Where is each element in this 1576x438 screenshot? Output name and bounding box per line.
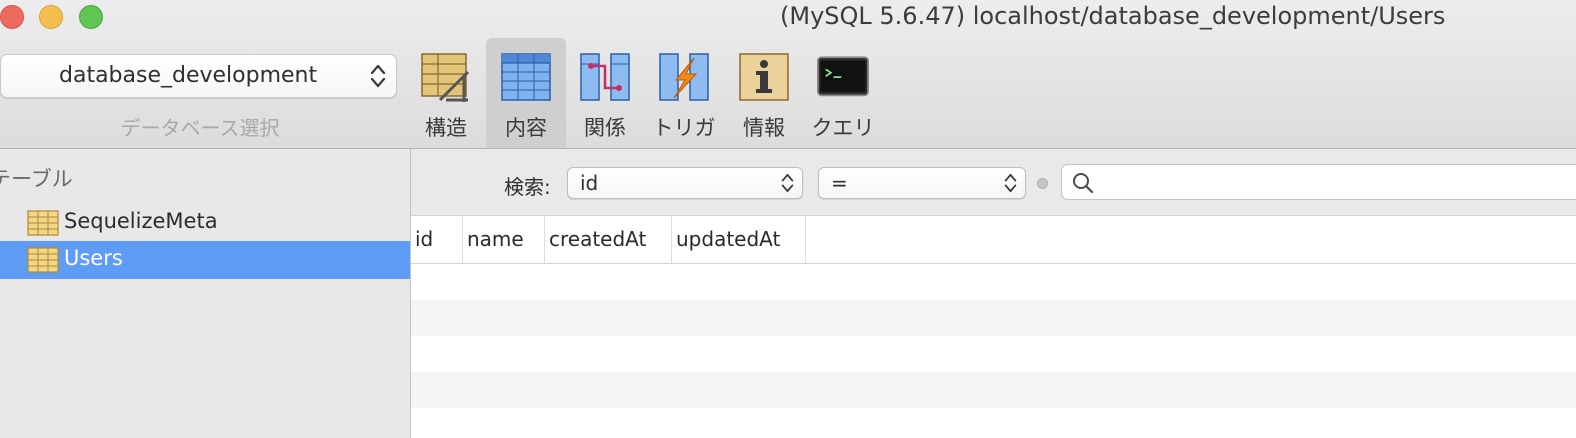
column-header-name[interactable]: name [463,216,545,263]
search-field[interactable] [1061,164,1576,200]
column-header-label: id [415,227,434,251]
column-header-label: updatedAt [676,227,781,251]
column-header-label: name [467,227,524,251]
sidebar-item-label: Users [64,246,123,270]
table-icon [27,247,59,273]
empty-grid-row [411,264,1576,300]
filter-operator-select[interactable]: = [818,167,1026,199]
toolbar-structure-button[interactable]: 構造 [406,38,486,148]
empty-grid-row [411,372,1576,408]
filter-field-select[interactable]: id [567,167,803,199]
toolbar-info-button[interactable]: 情報 [724,38,804,148]
toolbar-content-button[interactable]: 内容 [486,38,566,148]
minimize-window-button[interactable] [39,5,63,29]
column-header-createdat[interactable]: createdAt [545,216,672,263]
content-table-icon [501,53,551,101]
empty-grid-row [411,336,1576,372]
search-icon [1073,173,1094,194]
maximize-window-button[interactable] [79,5,103,29]
filter-bar: 検索: id = [411,149,1576,216]
search-label: 検索: [504,175,551,199]
triggers-icon [659,53,709,101]
toolbar-info-label: 情報 [743,116,785,140]
database-selector[interactable]: database_development [0,54,397,98]
toolbar-triggers-label: トリガ [652,116,716,140]
toolbar-relations-button[interactable]: 関係 [565,38,645,148]
sidebar-header: テーブル [0,167,73,191]
database-selector-value: database_development [59,63,318,88]
toolbar-relations-label: 関係 [584,116,626,140]
sidebar-item-sequelizemeta[interactable]: SequelizeMeta [0,204,410,242]
updown-chevron-icon [781,173,794,193]
content-pane: 検索: id = id name createdAt updatedAt [411,149,1576,438]
filter-status-dot [1037,178,1048,189]
empty-grid-row [411,408,1576,438]
relations-icon [580,53,630,101]
toolbar-query-label: クエリ [811,116,875,140]
structure-icon [421,53,470,102]
toolbar-triggers-button[interactable]: トリガ [644,38,724,148]
sidebar-item-label: SequelizeMeta [64,209,218,233]
app-window: (MySQL 5.6.47) localhost/database_develo… [0,0,1576,438]
window-title: (MySQL 5.6.47) localhost/database_develo… [780,2,1446,30]
updown-chevron-icon [1004,173,1017,193]
filter-field-value: id [580,171,599,195]
info-icon [739,53,789,101]
search-input[interactable] [1102,169,1576,197]
toolbar-structure-label: 構造 [425,116,467,140]
terminal-query-icon [817,56,869,97]
updown-chevron-icon [370,64,386,88]
grid-header: id name createdAt updatedAt [411,216,1576,264]
toolbar-content-label: 内容 [505,116,547,140]
column-header-updatedat[interactable]: updatedAt [672,216,806,263]
table-icon [27,210,59,236]
close-window-button[interactable] [0,5,24,29]
title-toolbar: (MySQL 5.6.47) localhost/database_develo… [0,0,1576,149]
toolbar-query-button[interactable]: クエリ [803,38,883,148]
filter-operator-value: = [831,171,848,195]
database-selector-caption: データベース選択 [120,116,280,140]
sidebar-item-users[interactable]: Users [0,241,410,279]
column-header-id[interactable]: id [411,216,463,263]
tables-sidebar: テーブル SequelizeMeta Users [0,149,411,438]
column-header-label: createdAt [549,227,647,251]
empty-grid-row [411,300,1576,336]
